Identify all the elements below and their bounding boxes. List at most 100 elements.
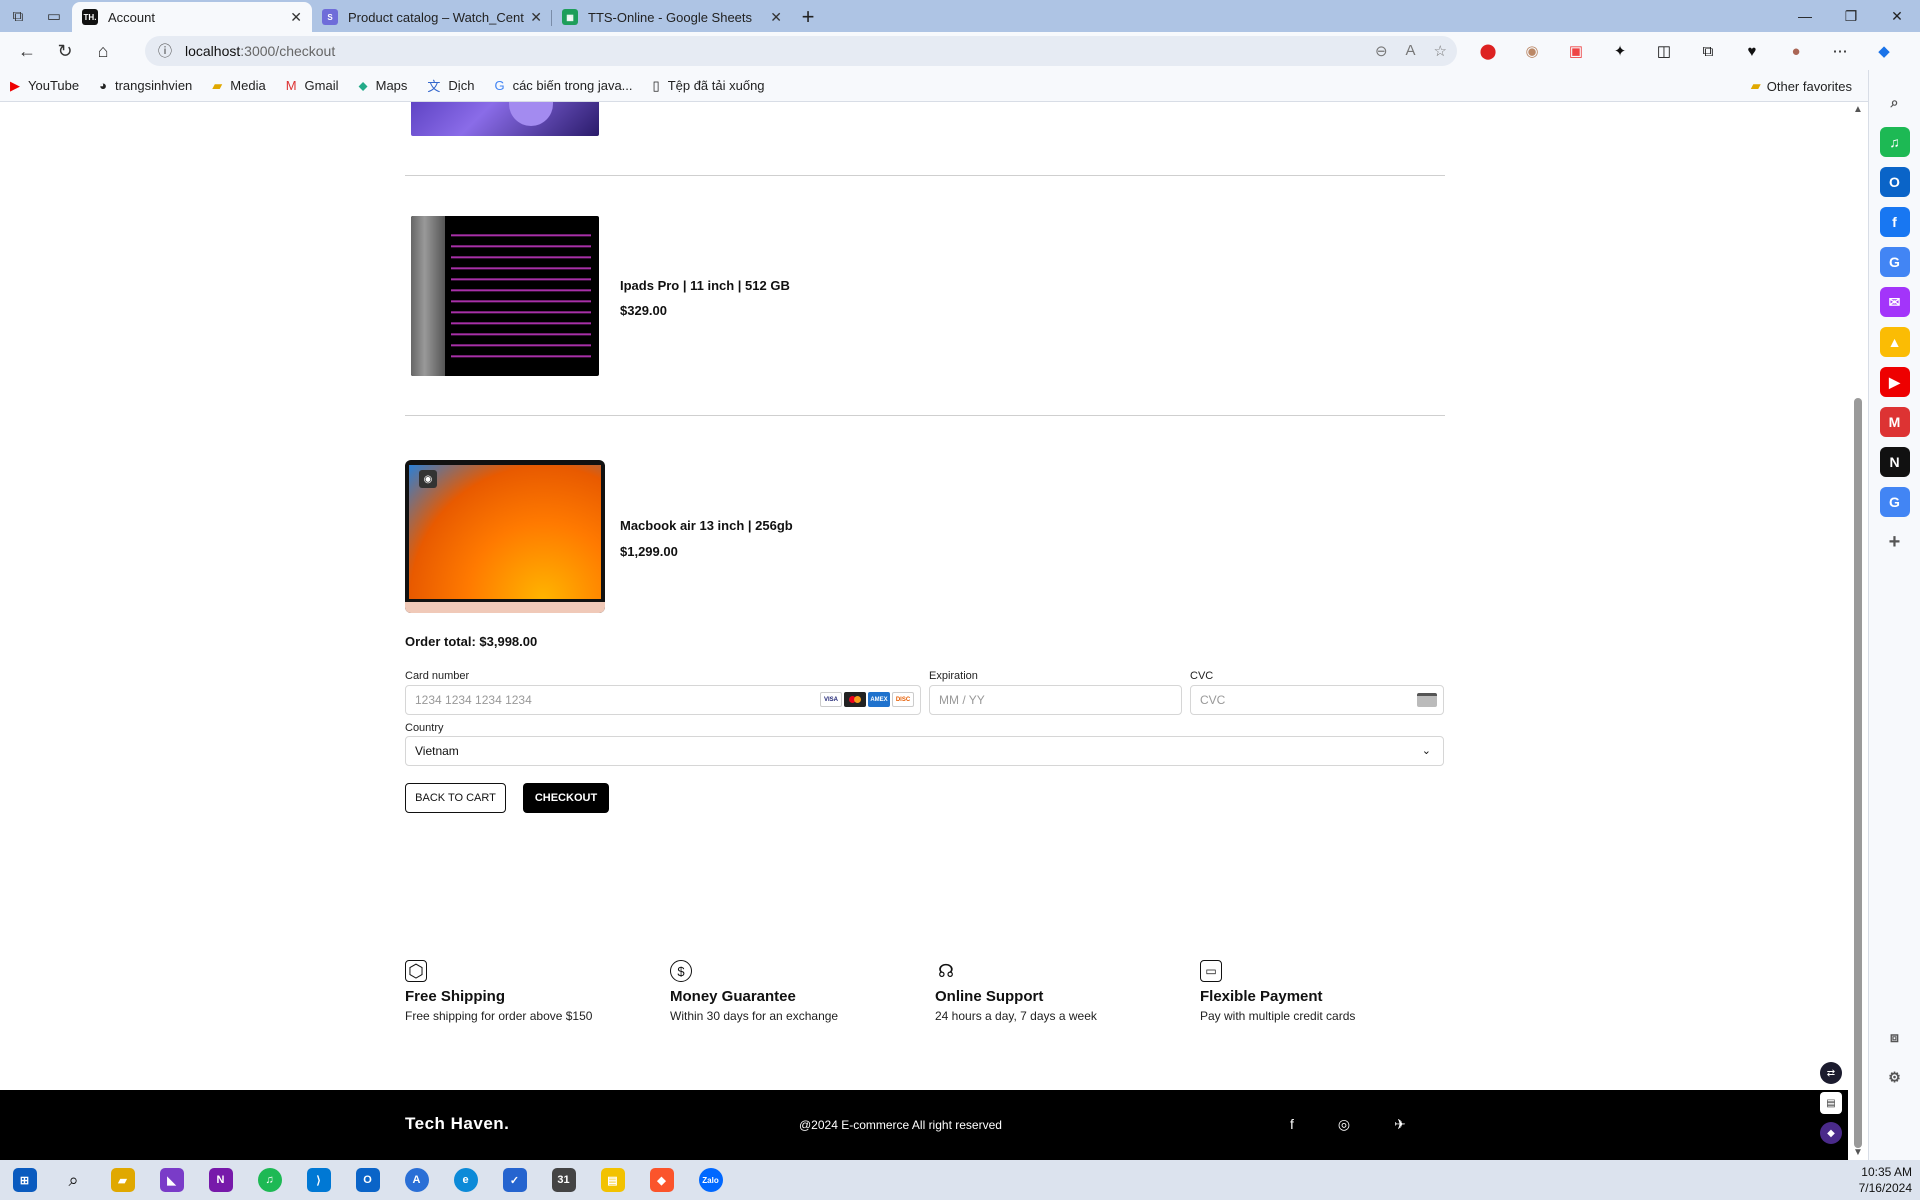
copilot-icon[interactable]: ◆ [1866, 36, 1902, 66]
search-icon[interactable]: ⌕ [1880, 87, 1910, 117]
scrollbar-thumb[interactable] [1854, 398, 1862, 1148]
checkout-button[interactable]: CHECKOUT [523, 783, 609, 813]
extension-icon[interactable]: ◉ [1514, 36, 1550, 66]
visual-studio-icon[interactable]: ◣ [147, 1160, 196, 1200]
ai-float-icon[interactable]: ◆ [1820, 1122, 1842, 1144]
more-menu-icon[interactable]: ⋯ [1822, 36, 1858, 66]
extensions-area: ⬤ ◉ ▣ ✦ ◫ ⧉ ♥ ● ⋯ ◆ [1470, 36, 1902, 66]
gmail-icon[interactable]: M [1879, 407, 1910, 437]
cvc-field[interactable]: CVC [1190, 685, 1444, 715]
footer-brand[interactable]: Tech Haven. [405, 1114, 509, 1134]
box-icon: ⬡ [405, 960, 427, 982]
translate-float-icon[interactable]: ⇄ [1820, 1062, 1842, 1084]
bookmark-java[interactable]: Gcác biến trong java... [494, 78, 632, 93]
card-number-field[interactable]: 1234 1234 1234 1234 VISA AMEX DISC [405, 685, 921, 715]
expiration-field[interactable]: MM / YY [929, 685, 1182, 715]
calendar-icon[interactable]: 31 [539, 1160, 588, 1200]
facebook-icon[interactable]: f [1290, 1116, 1294, 1133]
google-drive-icon[interactable]: ▲ [1879, 327, 1910, 357]
youtube-icon[interactable]: ▶ [1879, 367, 1910, 397]
collections-icon[interactable]: ⧉ [1690, 36, 1726, 66]
bookmark-gmail[interactable]: M Gmail [286, 78, 339, 93]
facebook-icon[interactable]: f [1879, 207, 1910, 237]
extensions-puzzle-icon[interactable]: ✦ [1602, 36, 1638, 66]
back-to-cart-button[interactable]: BACK TO CART [405, 783, 506, 813]
tab-account[interactable]: TH. Account ✕ [72, 2, 312, 32]
close-icon[interactable]: ✕ [530, 9, 542, 26]
adblock-icon[interactable]: ⬤ [1470, 36, 1506, 66]
messenger-icon[interactable]: ✉ [1879, 287, 1910, 317]
scroll-up-arrow-icon[interactable]: ▲ [1853, 104, 1863, 115]
bookmark-trangsinhvien[interactable]: ◕ trangsinhvien [99, 78, 192, 93]
country-select[interactable]: Vietnam ⌄ [405, 736, 1444, 766]
settings-gear-icon[interactable]: ⚙ [1880, 1062, 1910, 1092]
outlook-icon[interactable]: O [1879, 167, 1910, 197]
calendar-extension-icon[interactable]: ▣ [1558, 36, 1594, 66]
bookmark-downloads[interactable]: ▯ Tệp đã tải xuống [653, 78, 765, 94]
bookmark-dich[interactable]: 文 Dịch [427, 76, 474, 95]
google-translate-icon[interactable]: G [1879, 247, 1910, 277]
page-scrollbar[interactable]: ▲ ▼ [1848, 102, 1868, 1160]
card-icon: ▭ [1200, 960, 1222, 982]
youtube-icon: ▶ [10, 77, 20, 93]
twitter-icon[interactable]: ✈ [1394, 1116, 1406, 1133]
bookmark-media[interactable]: ▰ Media [212, 78, 265, 94]
workspaces-icon[interactable]: ⧉ [0, 0, 36, 32]
edge-icon[interactable]: e [441, 1160, 490, 1200]
close-icon[interactable]: ✕ [770, 9, 782, 26]
spotify-icon[interactable]: ♫ [245, 1160, 294, 1200]
address-bar[interactable]: ⓘ localhost:3000/checkout ⊖ A ☆ [145, 36, 1457, 66]
search-icon[interactable]: ⌕ [49, 1160, 98, 1200]
instagram-icon[interactable]: ◎ [1338, 1116, 1350, 1133]
outlook-icon[interactable]: O [343, 1160, 392, 1200]
read-aloud-icon[interactable]: A [1406, 42, 1416, 60]
home-icon[interactable]: ⌂ [84, 32, 122, 70]
brave-icon[interactable]: ◆ [637, 1160, 686, 1200]
browser-essentials-icon[interactable]: ♥ [1734, 36, 1770, 66]
sticky-notes-icon[interactable]: ▤ [588, 1160, 637, 1200]
close-window-icon[interactable]: ✕ [1874, 0, 1920, 32]
app-store-icon[interactable]: A [392, 1160, 441, 1200]
other-favorites[interactable]: ▰ Other favorites [1751, 70, 1852, 102]
windows-start-icon[interactable]: ⊞ [0, 1160, 49, 1200]
profile-avatar[interactable]: ● [1778, 36, 1814, 66]
vscode-icon[interactable]: ⟩ [294, 1160, 343, 1200]
split-screen-icon[interactable]: ◫ [1646, 36, 1682, 66]
tab-favicon: ▦ [562, 9, 578, 25]
tab-product-catalog[interactable]: S Product catalog – Watch_Center ✕ [312, 2, 552, 32]
add-sidebar-app-icon[interactable]: + [1880, 527, 1910, 557]
bookmark-youtube[interactable]: ▶ YouTube [10, 78, 79, 94]
zoom-icon[interactable]: ⊖ [1375, 42, 1388, 60]
feature-desc: Pay with multiple credit cards [1200, 1009, 1356, 1023]
notion-icon[interactable]: N [1879, 447, 1910, 477]
feature-desc: 24 hours a day, 7 days a week [935, 1009, 1097, 1023]
zalo-icon[interactable]: Zalo [686, 1160, 735, 1200]
system-clock[interactable]: 10:35 AM 7/16/2024 [1859, 1164, 1912, 1196]
file-explorer-icon[interactable]: ▰ [98, 1160, 147, 1200]
bookmark-label: Gmail [304, 78, 339, 93]
screenshot-icon[interactable]: ⧈ [1880, 1022, 1910, 1052]
card-number-label: Card number [405, 670, 470, 682]
feature-title: Flexible Payment [1200, 988, 1323, 1005]
tab-actions-icon[interactable]: ▭ [36, 0, 72, 32]
tab-google-sheets[interactable]: ▦ TTS-Online - Google Sheets ✕ [552, 2, 792, 32]
refresh-icon[interactable]: ↻ [46, 32, 84, 70]
bookmark-label: các biến trong java... [512, 78, 633, 93]
bookmark-maps[interactable]: ⬥ Maps [359, 78, 408, 94]
minimize-icon[interactable]: — [1782, 0, 1828, 32]
spotify-icon[interactable]: ♫ [1879, 127, 1910, 157]
close-icon[interactable]: ✕ [290, 9, 302, 26]
site-info-icon[interactable]: ⓘ [145, 41, 185, 61]
favorite-star-icon[interactable]: ☆ [1434, 42, 1447, 60]
todo-icon[interactable]: ✓ [490, 1160, 539, 1200]
new-tab-button[interactable]: + [792, 2, 824, 32]
translate-icon: 文 [427, 79, 441, 94]
bookmark-label: YouTube [28, 78, 80, 93]
onenote-icon[interactable]: N [196, 1160, 245, 1200]
scroll-down-arrow-icon[interactable]: ▼ [1853, 1147, 1863, 1158]
google-icon[interactable]: G [1879, 487, 1910, 517]
reader-float-icon[interactable]: ▤ [1820, 1092, 1842, 1114]
cvc-label: CVC [1190, 670, 1214, 682]
back-icon[interactable]: ← [8, 32, 46, 70]
restore-icon[interactable]: ❐ [1828, 0, 1874, 32]
